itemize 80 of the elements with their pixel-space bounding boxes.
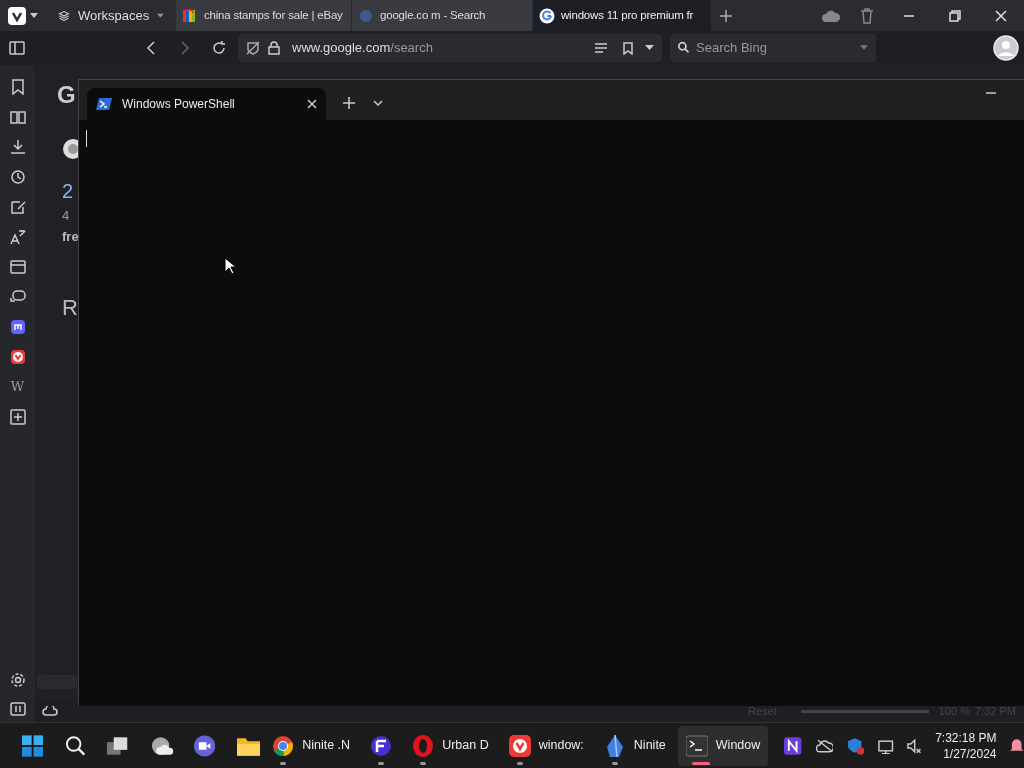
page-logo-fragment: G [57, 80, 76, 110]
taskbar-app-button[interactable]: Urban D [404, 725, 497, 766]
taskbar-app-button[interactable]: Ninite .N [264, 725, 359, 766]
terminal-icon [685, 734, 708, 757]
powershell-icon [96, 97, 112, 111]
search-field[interactable]: Search Bing [670, 34, 876, 62]
volume-muted-icon[interactable] [905, 737, 922, 754]
reload-icon[interactable] [212, 41, 226, 55]
result-title-fragment: 2 [62, 179, 74, 204]
result-snippet-fragment: fre [62, 228, 79, 246]
text-cursor [86, 130, 87, 147]
taskbar-app-button[interactable]: Ninite [595, 725, 674, 766]
caret-icon[interactable] [30, 12, 38, 19]
settings-icon[interactable] [9, 672, 26, 688]
status-bar-toggle-icon[interactable] [9, 702, 26, 716]
new-tab-icon[interactable] [343, 97, 355, 109]
url-text: www.google.com/search [292, 39, 433, 58]
taskbar-clock[interactable]: 7:32:18 PM 1/27/2024 [935, 729, 997, 762]
browser-tab[interactable]: china stamps for sale | eBay [176, 0, 352, 31]
folder-icon[interactable] [237, 735, 261, 756]
lock-icon [268, 41, 280, 55]
caret-icon [860, 45, 868, 51]
browser-tab[interactable]: google.co m - Search [352, 0, 533, 31]
vivaldi-menu-icon[interactable] [8, 6, 26, 25]
wikipedia-panel-icon[interactable]: W [10, 379, 25, 395]
forward-icon[interactable] [180, 41, 190, 55]
window-icon[interactable] [9, 259, 26, 275]
add-panel-icon[interactable] [9, 409, 26, 425]
taskbar-app-button[interactable]: Window [677, 725, 769, 766]
terminal-tab[interactable]: Windows PowerShell [87, 88, 326, 120]
network-monitor-icon[interactable] [878, 737, 896, 754]
vivaldi-icon[interactable] [9, 349, 26, 365]
dropdown-icon[interactable] [373, 100, 383, 106]
translate-icon[interactable] [9, 229, 26, 245]
notification-bell-icon[interactable] [1008, 737, 1024, 754]
notes-icon[interactable] [9, 199, 26, 215]
profile-avatar-icon[interactable] [993, 35, 1019, 61]
task-view-icon[interactable] [107, 735, 129, 756]
caret-icon[interactable] [645, 45, 654, 51]
bookmarks-icon[interactable] [9, 79, 26, 95]
start-windows-icon[interactable] [22, 734, 44, 757]
new-tab-icon[interactable] [719, 8, 733, 23]
sync-cloud-icon[interactable] [42, 706, 58, 716]
taskbar-app-button[interactable]: window: [500, 725, 592, 766]
back-icon[interactable] [146, 41, 156, 55]
close-icon[interactable] [307, 99, 317, 109]
chat-icon[interactable] [9, 289, 26, 305]
opera-icon [412, 734, 435, 757]
weather-icon[interactable] [150, 734, 174, 757]
mastodon-icon[interactable] [9, 319, 26, 335]
section-heading-fragment: R [62, 294, 78, 322]
workspaces-button[interactable]: Workspaces [46, 0, 176, 31]
caret-icon [157, 12, 164, 19]
vivaldi-icon [508, 734, 531, 757]
address-bar[interactable]: www.google.com/search [238, 34, 662, 62]
search-icon[interactable] [65, 734, 87, 757]
history-icon[interactable] [9, 169, 26, 185]
security-shield-icon[interactable] [847, 736, 865, 755]
reader-view-icon[interactable] [595, 43, 607, 53]
mouse-pointer-icon [224, 257, 235, 275]
bookmark-icon[interactable] [623, 41, 633, 55]
restore-icon[interactable] [949, 9, 961, 22]
browser-tab[interactable]: windows 11 pro premium fr [533, 0, 711, 31]
result-meta-fragment: 4 [62, 207, 70, 225]
shopping-bag-icon [182, 7, 198, 24]
search-input[interactable]: Search Bing [696, 38, 857, 58]
tracker-blocked-icon[interactable] [246, 41, 260, 55]
video-meet-icon[interactable] [193, 734, 216, 757]
panel-toggle-icon[interactable] [9, 41, 25, 55]
trash-icon[interactable] [860, 7, 874, 24]
horizontal-scrollbar[interactable] [37, 675, 77, 689]
onenote-n-icon[interactable] [784, 736, 802, 755]
google-g-icon [539, 7, 555, 24]
download-icon[interactable] [9, 139, 26, 155]
cloud-icon[interactable] [822, 9, 840, 22]
book-icon[interactable] [9, 109, 26, 125]
fences-icon [370, 734, 393, 757]
chrome-icon [272, 734, 295, 757]
close-icon[interactable] [995, 9, 1007, 22]
cloud-offline-icon[interactable] [815, 738, 833, 753]
